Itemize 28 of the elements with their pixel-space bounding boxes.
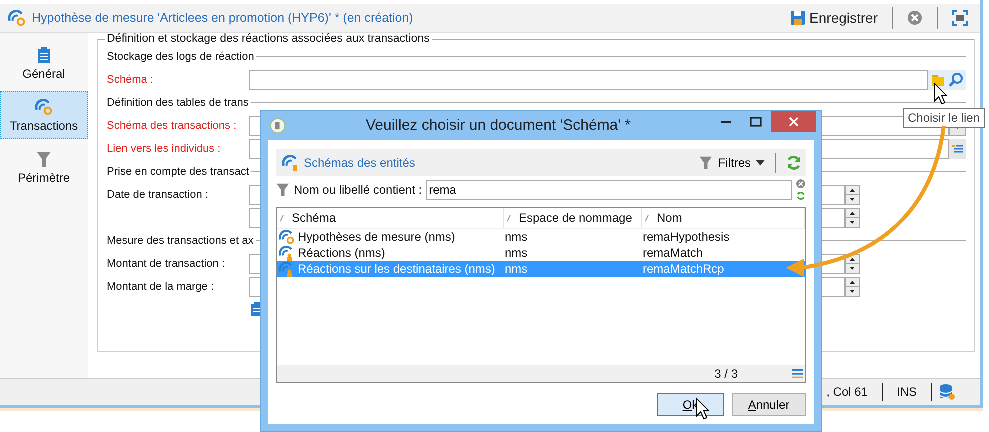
table-cell: Hypothèses de mesure (nms)	[298, 230, 456, 244]
table-cell-text: nms	[504, 246, 529, 260]
filter-label: Nom ou libellé contient :	[294, 183, 422, 197]
window-title: Hypothèse de mesure 'Articlees en promotion (HYP6)' * (en création)	[32, 11, 414, 25]
group-title: Définition et stockage des réactions associées aux transactions	[106, 33, 431, 45]
panel-title: Schémas des entités	[304, 156, 416, 170]
section-title: Stockage des logs de réaction	[107, 50, 254, 62]
field-label: Montant de la marge :	[107, 280, 216, 292]
table-cell: Réactions (nms)	[298, 246, 386, 260]
table-cell-text: remaMatch	[642, 246, 704, 260]
section-title: Prise en compte des transact	[107, 166, 250, 178]
field-label: Montant de transaction :	[107, 258, 226, 270]
insert-mode: INS	[896, 385, 918, 399]
section-title: Définition des tables de trans	[107, 96, 249, 108]
cursor-position: , Col 61	[826, 385, 869, 399]
table-cell-text: remaMatchRcp	[642, 262, 726, 276]
dialog-title: Veuillez choisir un document 'Schéma' *	[366, 117, 632, 134]
field-label: Lien vers les individus :	[107, 142, 222, 154]
table-cell-text: nms	[504, 230, 529, 244]
section-title: Mesure des transactions et ax	[107, 234, 254, 246]
tooltip: Choisir le lien	[903, 108, 986, 128]
row-count: 3 / 3	[714, 366, 738, 380]
table-cell-text: remaHypothesis	[642, 230, 731, 244]
field-label: Schéma :	[107, 74, 154, 86]
field-label: Date de transaction :	[107, 188, 210, 200]
table-cell-text: nms	[504, 262, 529, 276]
field-label: Schéma des transactions :	[107, 120, 238, 132]
table-cell: Réactions sur les destinataires (nms)	[298, 262, 496, 276]
